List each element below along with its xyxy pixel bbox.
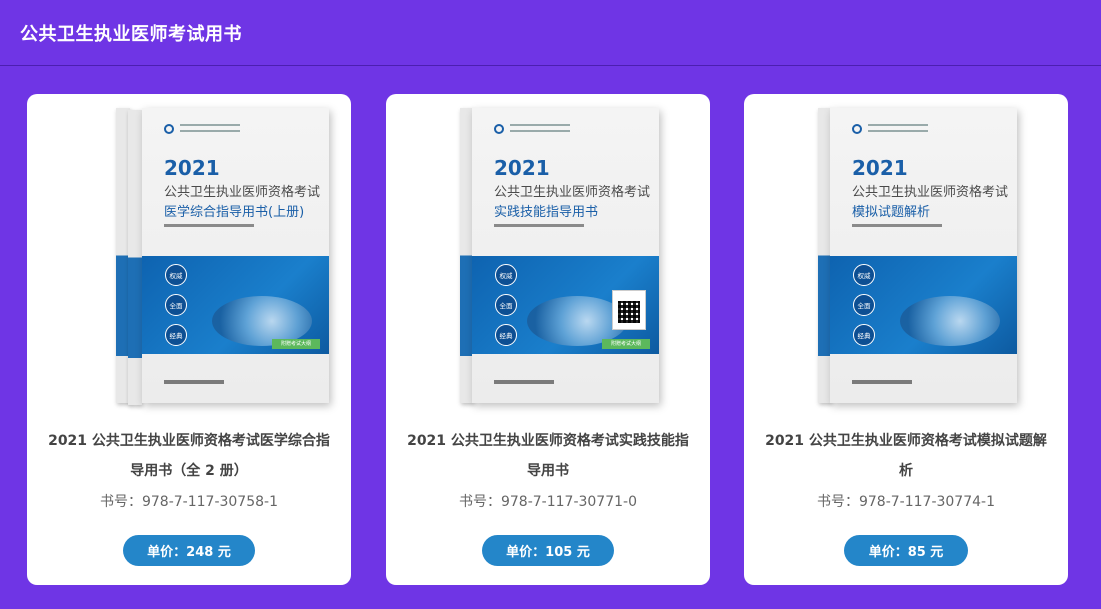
badge-icon: 经典 bbox=[165, 324, 187, 346]
page-header: 公共卫生执业医师考试用书 bbox=[0, 0, 1101, 66]
book-isbn: 书号：978-7-117-30771-0 bbox=[458, 494, 637, 510]
cover-year: 2021 bbox=[164, 156, 220, 180]
book-spine bbox=[128, 110, 142, 405]
price-button[interactable]: 单价：105 元 bbox=[482, 535, 614, 566]
cover-tag: 附赠考试大纲 bbox=[602, 339, 650, 349]
badge-icon: 经典 bbox=[495, 324, 517, 346]
cover-author-line bbox=[852, 224, 942, 227]
cover-line2: 实践技能指导用书 bbox=[494, 205, 599, 220]
cover-band: 权威 全面 经典 附赠考试大纲 bbox=[142, 256, 329, 354]
book-title[interactable]: 2021 公共卫生执业医师资格考试医学综合指导用书（全 2 册） bbox=[47, 426, 331, 486]
book-isbn: 书号：978-7-117-30758-1 bbox=[99, 494, 278, 510]
cover-line2: 模拟试题解析 bbox=[852, 205, 931, 220]
cover-header-lines bbox=[868, 124, 928, 136]
page-title: 公共卫生执业医师考试用书 bbox=[20, 23, 242, 45]
cover-header-lines bbox=[180, 124, 240, 136]
cover-line2: 医学综合指导用书(上册) bbox=[164, 205, 305, 220]
book-cover: 2021 公共卫生执业医师资格考试 医学综合指导用书(上册) 权威 全面 经典 … bbox=[142, 108, 329, 403]
cover-line1: 公共卫生执业医师资格考试 bbox=[852, 185, 1009, 200]
cover-author-line bbox=[494, 224, 584, 227]
cover-header-lines bbox=[510, 124, 570, 136]
badge-icon: 权威 bbox=[853, 264, 875, 286]
book-cover-image[interactable]: 2021 公共卫生执业医师资格考试 实践技能指导用书 权威 全面 经典 附赠考试… bbox=[386, 94, 710, 412]
book-cover: 2021 公共卫生执业医师资格考试 实践技能指导用书 权威 全面 经典 附赠考试… bbox=[472, 108, 659, 403]
cover-author-line bbox=[164, 224, 254, 227]
badge-icon: 经典 bbox=[853, 324, 875, 346]
book-card[interactable]: 2021 公共卫生执业医师资格考试 实践技能指导用书 权威 全面 经典 附赠考试… bbox=[386, 94, 710, 585]
book-title[interactable]: 2021 公共卫生执业医师资格考试模拟试题解析 bbox=[764, 426, 1048, 486]
badge-icon: 全面 bbox=[853, 294, 875, 316]
stethoscope-icon bbox=[900, 296, 1000, 346]
cover-band: 权威 全面 经典 bbox=[830, 256, 1017, 354]
book-cover-image[interactable]: 2021 公共卫生执业医师资格考试 医学综合指导用书(上册) 权威 全面 经典 … bbox=[27, 94, 351, 412]
publisher-mark bbox=[164, 380, 224, 384]
cover-tag: 附赠考试大纲 bbox=[272, 339, 320, 349]
cover-band: 权威 全面 经典 附赠考试大纲 bbox=[472, 256, 659, 354]
book-cover: 2021 公共卫生执业医师资格考试 模拟试题解析 权威 全面 经典 bbox=[830, 108, 1017, 403]
cover-year: 2021 bbox=[494, 156, 550, 180]
publisher-mark bbox=[852, 380, 912, 384]
publisher-mark bbox=[494, 380, 554, 384]
badge-icon: 权威 bbox=[165, 264, 187, 286]
book-cover-image[interactable]: 2021 公共卫生执业医师资格考试 模拟试题解析 权威 全面 经典 bbox=[744, 94, 1068, 412]
book-card[interactable]: 2021 公共卫生执业医师资格考试 医学综合指导用书(上册) 权威 全面 经典 … bbox=[27, 94, 351, 585]
qr-code-icon bbox=[612, 290, 646, 330]
publisher-logo-icon bbox=[852, 124, 862, 134]
badge-icon: 权威 bbox=[495, 264, 517, 286]
book-isbn: 书号：978-7-117-30774-1 bbox=[816, 494, 995, 510]
cover-line1: 公共卫生执业医师资格考试 bbox=[494, 185, 651, 200]
price-button[interactable]: 单价：85 元 bbox=[844, 535, 968, 566]
badge-icon: 全面 bbox=[495, 294, 517, 316]
price-button[interactable]: 单价：248 元 bbox=[123, 535, 255, 566]
cover-year: 2021 bbox=[852, 156, 908, 180]
cover-line1: 公共卫生执业医师资格考试 bbox=[164, 185, 321, 200]
publisher-logo-icon bbox=[494, 124, 504, 134]
book-card[interactable]: 2021 公共卫生执业医师资格考试 模拟试题解析 权威 全面 经典 2021 公… bbox=[744, 94, 1068, 585]
badge-icon: 全面 bbox=[165, 294, 187, 316]
book-title[interactable]: 2021 公共卫生执业医师资格考试实践技能指导用书 bbox=[406, 426, 690, 486]
publisher-logo-icon bbox=[164, 124, 174, 134]
